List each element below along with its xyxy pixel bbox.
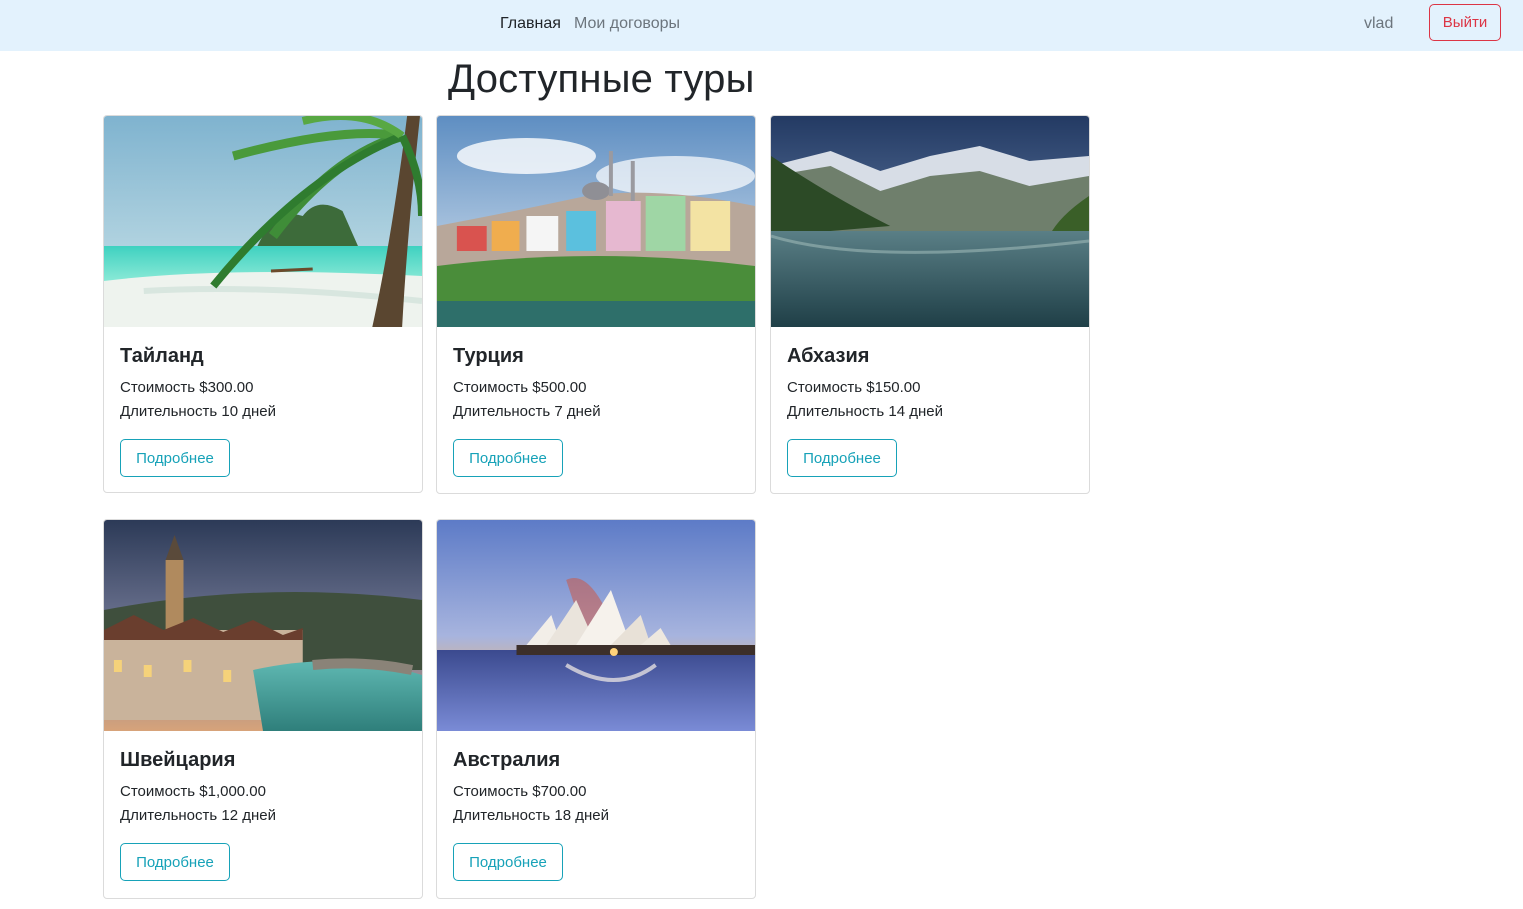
tour-image-switzerland bbox=[104, 520, 422, 731]
tour-image-thailand bbox=[104, 116, 422, 327]
tour-price: Стоимость $700.00 bbox=[453, 783, 587, 800]
details-button[interactable]: Подробнее bbox=[787, 439, 897, 477]
details-button[interactable]: Подробнее bbox=[453, 843, 563, 881]
tour-title: Австралия bbox=[453, 749, 561, 771]
logout-button[interactable]: Выйти bbox=[1429, 4, 1501, 41]
tour-card-abkhazia: Абхазия Стоимость $150.00 Длительность 1… bbox=[770, 115, 1090, 494]
tour-duration: Длительность 12 дней bbox=[120, 807, 276, 824]
tour-price: Стоимость $1,000.00 bbox=[120, 783, 266, 800]
nav-link-home[interactable]: Главная bbox=[500, 14, 561, 34]
tour-price: Стоимость $150.00 bbox=[787, 379, 921, 396]
tour-image-turkey bbox=[437, 116, 755, 327]
tour-duration: Длительность 7 дней bbox=[453, 403, 601, 420]
tour-duration: Длительность 14 дней bbox=[787, 403, 943, 420]
tour-card-turkey: Турция Стоимость $500.00 Длительность 7 … bbox=[436, 115, 756, 494]
tour-price: Стоимость $300.00 bbox=[120, 379, 254, 396]
tour-title: Тайланд bbox=[120, 345, 204, 367]
details-button[interactable]: Подробнее bbox=[120, 439, 230, 477]
nav-link-my-contracts[interactable]: Мои договоры bbox=[574, 14, 680, 34]
tour-title: Турция bbox=[453, 345, 524, 367]
tour-card-australia: Австралия Стоимость $700.00 Длительность… bbox=[436, 519, 756, 899]
tour-title: Абхазия bbox=[787, 345, 870, 367]
tour-price: Стоимость $500.00 bbox=[453, 379, 587, 396]
tour-duration: Длительность 10 дней bbox=[120, 403, 276, 420]
tour-duration: Длительность 18 дней bbox=[453, 807, 609, 824]
top-navbar: Главная Мои договоры vlad Выйти bbox=[0, 0, 1523, 51]
username-label: vlad bbox=[1364, 15, 1394, 32]
tour-image-abkhazia bbox=[771, 116, 1089, 327]
tour-card-thailand: Тайланд Стоимость $300.00 Длительность 1… bbox=[103, 115, 423, 493]
tour-title: Швейцария bbox=[120, 749, 236, 771]
details-button[interactable]: Подробнее bbox=[120, 843, 230, 881]
page-title: Доступные туры bbox=[448, 57, 755, 101]
details-button[interactable]: Подробнее bbox=[453, 439, 563, 477]
tour-image-australia bbox=[437, 520, 755, 731]
tour-card-switzerland: Швейцария Стоимость $1,000.00 Длительнос… bbox=[103, 519, 423, 899]
